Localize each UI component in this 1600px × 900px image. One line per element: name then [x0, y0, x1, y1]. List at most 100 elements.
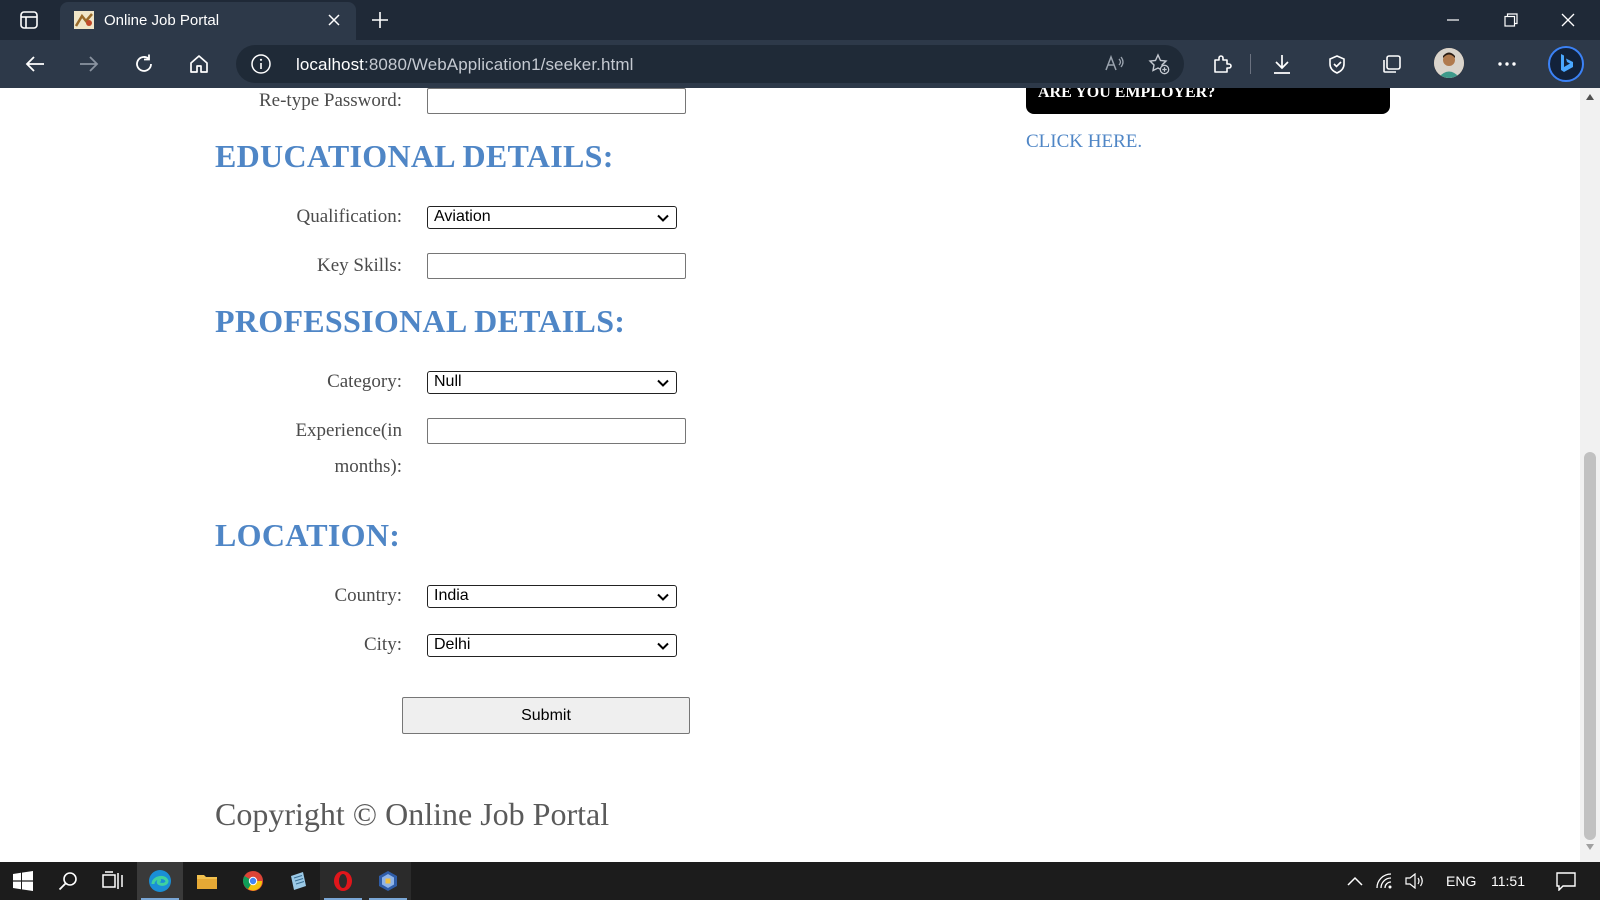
key-skills-input[interactable] [427, 253, 686, 279]
puzzle-icon [1214, 55, 1232, 73]
qualification-value: Aviation [434, 208, 491, 225]
opera-icon [334, 871, 352, 891]
task-view-icon [102, 871, 123, 889]
experience-input[interactable] [427, 418, 686, 444]
back-button[interactable] [18, 48, 52, 80]
chevron-down-icon [657, 379, 669, 387]
notifications-button[interactable] [1543, 862, 1589, 900]
key-skills-label: Key Skills: [317, 255, 402, 276]
scroll-down-arrow-icon[interactable] [1586, 844, 1594, 850]
taskbar-app[interactable] [275, 862, 321, 900]
taskbar-opera[interactable] [320, 862, 366, 900]
start-button[interactable] [0, 862, 46, 900]
restore-button[interactable] [1483, 0, 1539, 40]
edge-icon [149, 870, 171, 892]
plus-icon [372, 12, 388, 28]
add-favorite-button[interactable] [1142, 48, 1176, 80]
downloads-button[interactable] [1265, 48, 1299, 80]
app-icon [291, 872, 306, 890]
qualification-label: Qualification: [296, 206, 402, 227]
close-window-icon [1561, 13, 1575, 27]
back-arrow-icon [25, 56, 44, 72]
tab-online-job-portal[interactable]: Online Job Portal [60, 2, 356, 40]
experience-label-line2: months): [334, 456, 402, 477]
country-label: Country: [334, 585, 402, 606]
bing-icon [1548, 46, 1584, 82]
submit-button[interactable]: Submit [402, 697, 690, 734]
scroll-up-arrow-icon[interactable] [1586, 94, 1594, 100]
network-button[interactable] [1370, 862, 1400, 900]
country-select[interactable]: India [427, 585, 677, 608]
qualification-select[interactable]: Aviation [427, 206, 677, 229]
taskbar-virtualbox[interactable] [365, 862, 411, 900]
home-button[interactable] [182, 48, 216, 80]
educational-details-heading: EDUCATIONAL DETAILS: [215, 138, 614, 174]
page-scrollbar[interactable] [1580, 88, 1600, 862]
browser-toolbar: localhost:8080/WebApplication1/seeker.ht… [0, 40, 1600, 88]
city-label: City: [363, 634, 402, 655]
url-text[interactable]: localhost:8080/WebApplication1/seeker.ht… [296, 55, 633, 75]
windows-logo-icon [13, 871, 33, 891]
heart-shield-icon [1329, 55, 1345, 74]
collections-icon [1383, 55, 1401, 73]
restore-icon [1504, 13, 1518, 27]
click-here-link[interactable]: CLICK HERE. [1026, 131, 1142, 153]
url-path: :8080/WebApplication1/seeker.html [364, 55, 634, 74]
employer-banner-text: ARE YOU EMPLOYER? [1038, 88, 1216, 101]
new-tab-button[interactable] [366, 6, 394, 34]
windows-taskbar: ENG 11:51 [0, 862, 1600, 900]
more-dots-icon [1498, 62, 1516, 66]
category-label: Category: [327, 371, 402, 392]
task-view-button[interactable] [90, 862, 136, 900]
virtualbox-icon [379, 871, 397, 891]
extensions-button[interactable] [1205, 48, 1239, 80]
star-add-icon [1148, 53, 1170, 75]
retype-password-label: Re-type Password: [258, 90, 402, 111]
experience-label-line1: Experience(in [295, 420, 402, 441]
clock[interactable]: 11:51 [1491, 873, 1525, 889]
city-select[interactable]: Delhi [427, 634, 677, 657]
search-button[interactable] [45, 862, 91, 900]
url-host: localhost [296, 55, 364, 74]
tab-actions-icon [20, 11, 38, 29]
professional-details-heading: PROFESSIONAL DETAILS: [215, 303, 626, 339]
retype-password-input[interactable] [427, 88, 686, 114]
settings-more-button[interactable] [1490, 48, 1524, 80]
tab-title: Online Job Portal [104, 12, 220, 29]
volume-button[interactable] [1400, 862, 1430, 900]
employer-banner: ARE YOU EMPLOYER? [1026, 88, 1390, 114]
country-value: India [434, 587, 469, 604]
close-tab-button[interactable] [324, 10, 344, 30]
scroll-thumb[interactable] [1584, 452, 1596, 840]
address-bar[interactable]: localhost:8080/WebApplication1/seeker.ht… [236, 45, 1184, 83]
tab-actions-button[interactable] [8, 6, 50, 34]
forward-button[interactable] [72, 48, 106, 80]
category-value: Null [434, 373, 462, 390]
chevron-down-icon [657, 642, 669, 650]
read-aloud-icon [1105, 54, 1124, 71]
bing-copilot-button[interactable] [1546, 44, 1586, 84]
home-icon [190, 55, 208, 73]
chevron-down-icon [657, 593, 669, 601]
close-icon [328, 14, 340, 26]
taskbar-file-explorer[interactable] [184, 862, 230, 900]
show-hidden-icons-button[interactable] [1340, 862, 1370, 900]
read-aloud-button[interactable] [1098, 48, 1132, 80]
taskbar-chrome[interactable] [230, 862, 276, 900]
browser-essentials-button[interactable] [1320, 48, 1354, 80]
category-select[interactable]: Null [427, 371, 677, 394]
notification-icon [1556, 872, 1576, 891]
info-icon[interactable] [250, 53, 272, 75]
profile-photo-icon [1434, 48, 1464, 78]
tab-bar: Online Job Portal [0, 0, 1600, 40]
taskbar-edge[interactable] [137, 862, 183, 900]
forward-arrow-icon [80, 56, 99, 72]
collections-button[interactable] [1375, 48, 1409, 80]
minimize-button[interactable] [1425, 0, 1481, 40]
close-window-button[interactable] [1540, 0, 1596, 40]
chevron-down-icon [657, 214, 669, 222]
download-icon [1274, 55, 1290, 74]
language-indicator[interactable]: ENG [1446, 873, 1476, 889]
refresh-button[interactable] [127, 48, 161, 80]
profile-avatar[interactable] [1434, 48, 1464, 78]
